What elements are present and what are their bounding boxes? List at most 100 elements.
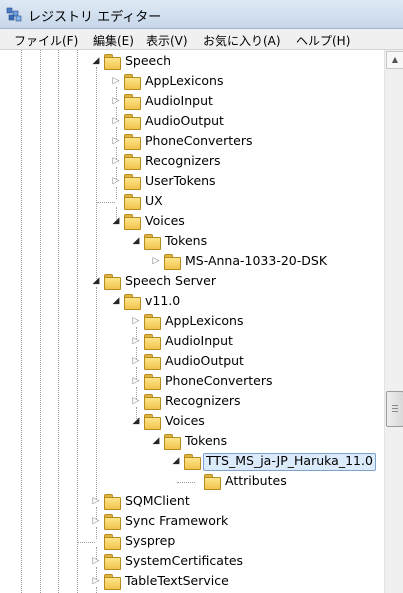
tree-node-label: AppLexicons [165,313,244,328]
folder-icon [124,114,141,130]
tree-node-label: SQMClient [125,493,190,508]
tree-node-speech[interactable]: ◢ Speech [0,53,384,73]
collapsed-triangle-icon[interactable]: ▷ [132,334,140,348]
tree-node-ux[interactable]: UX [0,193,384,213]
tree-node-tabletextservice[interactable]: ▷ TableTextService [0,573,384,593]
folder-icon [204,474,221,490]
tree-node-label: AudioOutput [145,113,224,128]
registry-tree[interactable]: ◢ Speech ▷ AppLexicons ▷ AudioInput ▷ AudioOutp… [0,50,384,593]
tree-node-voices[interactable]: ◢ Voices [0,413,384,433]
tree-node-label: Speech Server [125,273,217,288]
tree-node-applexicons[interactable]: ▷ AppLexicons [0,73,384,93]
collapsed-triangle-icon[interactable]: ▷ [112,114,120,128]
expanded-triangle-icon[interactable]: ◢ [112,294,120,308]
vertical-scrollbar[interactable]: ▲ [384,50,403,593]
tree-node-label: TTS_MS_ja-JP_Haruka_11.0 [203,453,376,471]
scroll-up-button[interactable]: ▲ [386,51,403,69]
collapsed-triangle-icon[interactable]: ▷ [112,154,120,168]
tree-node-voices[interactable]: ◢ Voices [0,213,384,233]
tree-node-tokens[interactable]: ◢ Tokens [0,233,384,253]
tree-node-label: AudioInput [165,333,233,348]
folder-icon [144,234,161,250]
tree-node-label: TableTextService [125,573,229,588]
folder-icon [124,154,141,170]
tree-node-label: Attributes [225,473,287,488]
folder-icon [104,534,121,550]
expanded-triangle-icon[interactable]: ◢ [92,54,100,68]
menu-favorites[interactable]: お気に入り(A) [203,32,281,49]
collapsed-triangle-icon[interactable]: ▷ [112,134,120,148]
folder-icon [104,514,121,530]
collapsed-triangle-icon[interactable]: ▷ [152,254,160,268]
expanded-triangle-icon[interactable]: ◢ [152,434,160,448]
tree-node-usertokens[interactable]: ▷ UserTokens [0,173,384,193]
menu-edit[interactable]: 編集(E) [93,32,134,49]
tree-node-label: Sync Framework [125,513,229,528]
folder-icon [144,414,161,430]
menu-file[interactable]: ファイル(F) [14,32,78,49]
tree-node-tokens[interactable]: ◢ Tokens [0,433,384,453]
tree-node-attributes[interactable]: Attributes [0,473,384,493]
tree-node-label: AppLexicons [145,73,224,88]
tree-node-applexicons[interactable]: ▷ AppLexicons [0,313,384,333]
tree-node-sqmclient[interactable]: ▷ SQMClient [0,493,384,513]
tree-node-v11-0[interactable]: ◢ v11.0 [0,293,384,313]
folder-icon [164,434,181,450]
tree-node-systemcertificates[interactable]: ▷ SystemCertificates [0,553,384,573]
folder-icon [124,214,141,230]
folder-icon [184,454,201,470]
tree-node-recognizers[interactable]: ▷ Recognizers [0,393,384,413]
folder-icon [104,574,121,590]
title-bar[interactable]: レジストリ エディター [0,0,403,29]
expanded-triangle-icon[interactable]: ◢ [132,234,140,248]
collapsed-triangle-icon[interactable]: ▷ [132,374,140,388]
regedit-icon [6,7,22,22]
tree-node-audioinput[interactable]: ▷ AudioInput [0,93,384,113]
tree-node-label: AudioInput [145,93,213,108]
collapsed-triangle-icon[interactable]: ▷ [92,514,100,528]
tree-node-speech-server[interactable]: ◢ Speech Server [0,273,384,293]
scroll-thumb[interactable] [386,391,403,427]
menu-help[interactable]: ヘルプ(H) [296,32,350,49]
tree-node-sysprep[interactable]: Sysprep [0,533,384,553]
tree-node-label: Recognizers [145,153,221,168]
expanded-triangle-icon[interactable]: ◢ [132,414,140,428]
tree-node-label: PhoneConverters [165,373,273,388]
tree-node-tts-ms-ja-jp-haruka-11-0[interactable]: ◢ TTS_MS_ja-JP_Haruka_11.0 [0,453,384,473]
collapsed-triangle-icon[interactable]: ▷ [92,554,100,568]
collapsed-triangle-icon[interactable]: ▷ [132,394,140,408]
folder-icon [124,94,141,110]
folder-icon [104,54,121,70]
menu-bar: ファイル(F) 編集(E) 表示(V) お気に入り(A) ヘルプ(H) [0,29,403,50]
collapsed-triangle-icon[interactable]: ▷ [112,94,120,108]
collapsed-triangle-icon[interactable]: ▷ [92,494,100,508]
expanded-triangle-icon[interactable]: ◢ [172,454,180,468]
folder-icon [124,174,141,190]
tree-node-phoneconverters[interactable]: ▷ PhoneConverters [0,373,384,393]
collapsed-triangle-icon[interactable]: ▷ [92,574,100,588]
tree-node-audiooutput[interactable]: ▷ AudioOutput [0,113,384,133]
tree-node-phoneconverters[interactable]: ▷ PhoneConverters [0,133,384,153]
folder-icon [124,134,141,150]
folder-icon [104,554,121,570]
folder-icon [164,254,181,270]
tree-node-label: SystemCertificates [125,553,244,568]
tree-node-audiooutput[interactable]: ▷ AudioOutput [0,353,384,373]
tree-node-label: UX [145,193,163,208]
collapsed-triangle-icon[interactable]: ▷ [132,314,140,328]
tree-node-sync-framework[interactable]: ▷ Sync Framework [0,513,384,533]
expanded-triangle-icon[interactable]: ◢ [92,274,100,288]
tree-node-label: Recognizers [165,393,241,408]
collapsed-triangle-icon[interactable]: ▷ [112,74,120,88]
tree-node-audioinput[interactable]: ▷ AudioInput [0,333,384,353]
folder-icon [144,334,161,350]
tree-node-ms-anna-1033-20-dsk[interactable]: ▷ MS-Anna-1033-20-DSK [0,253,384,273]
folder-icon [144,354,161,370]
expanded-triangle-icon[interactable]: ◢ [112,214,120,228]
menu-view[interactable]: 表示(V) [146,32,188,49]
tree-node-label: Tokens [165,233,208,248]
collapsed-triangle-icon[interactable]: ▷ [132,354,140,368]
tree-node-recognizers[interactable]: ▷ Recognizers [0,153,384,173]
collapsed-triangle-icon[interactable]: ▷ [112,174,120,188]
folder-icon [124,74,141,90]
